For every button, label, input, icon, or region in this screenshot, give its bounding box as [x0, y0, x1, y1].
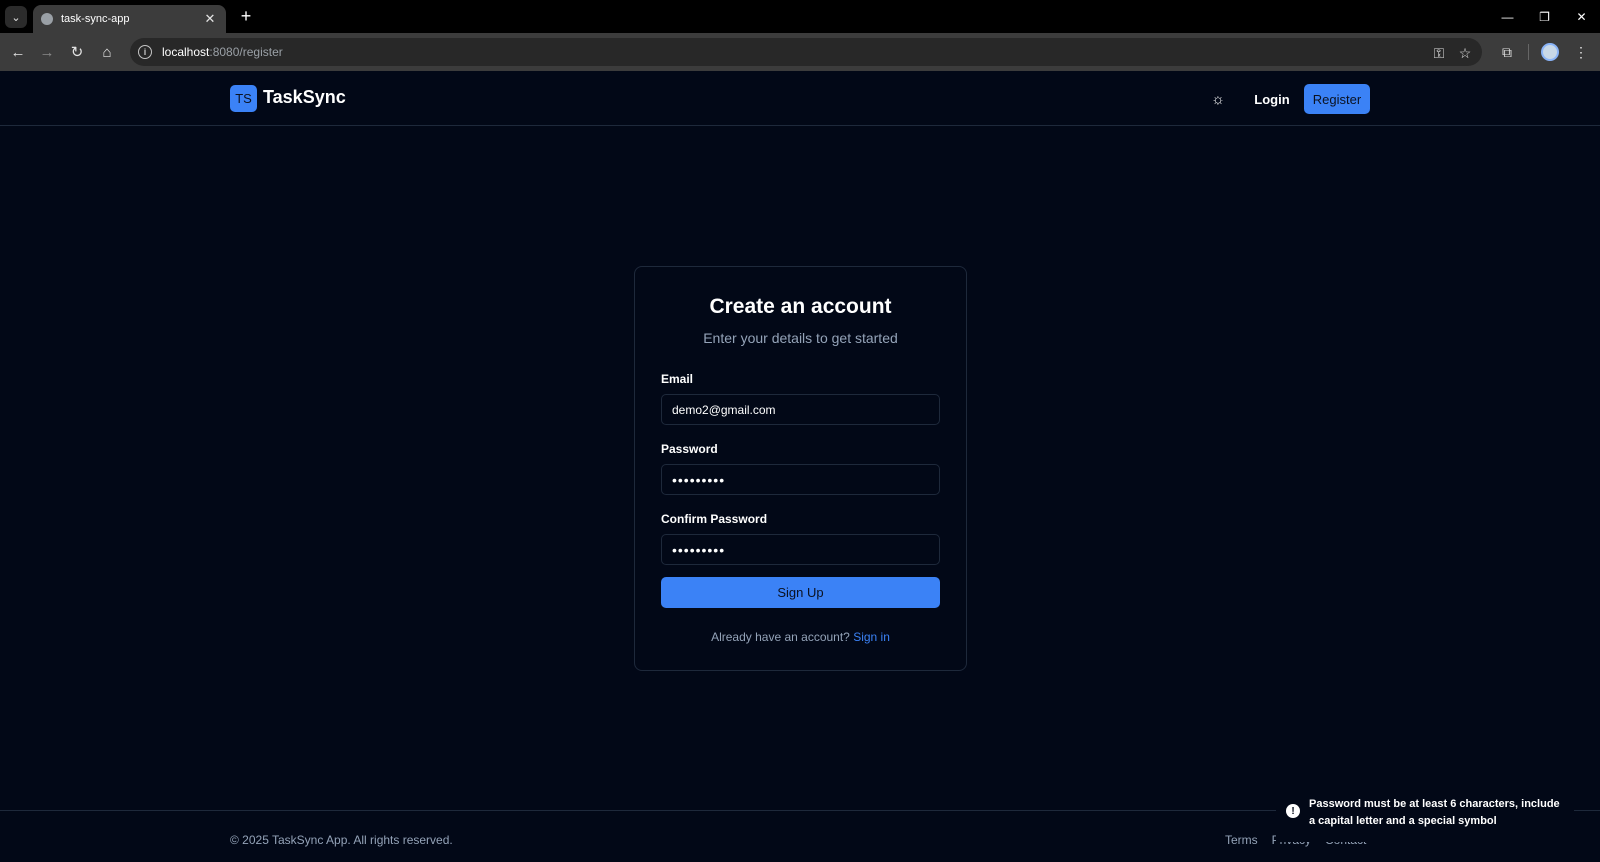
email-label: Email — [661, 372, 694, 386]
sign-in-link[interactable]: Sign in — [853, 630, 890, 644]
globe-icon — [41, 13, 53, 25]
close-icon[interactable]: ✕ — [202, 11, 218, 27]
sun-icon[interactable]: ☼ — [1208, 89, 1228, 109]
url-host: localhost — [162, 45, 210, 59]
minimize-icon[interactable]: — — [1489, 0, 1526, 33]
password-field[interactable] — [661, 464, 940, 495]
password-label: Password — [661, 442, 718, 456]
terms-link[interactable]: Terms — [1225, 833, 1258, 847]
login-link[interactable]: Login — [1245, 84, 1299, 114]
kebab-menu-icon[interactable]: ⋮ — [1570, 41, 1592, 63]
toast-message: Password must be at least 6 characters, … — [1309, 798, 1560, 827]
logo-badge[interactable]: TS — [230, 85, 257, 112]
confirm-password-label: Confirm Password — [661, 512, 768, 526]
reload-icon[interactable]: ↻ — [66, 41, 88, 63]
extensions-icon[interactable]: ⧉ — [1496, 41, 1518, 63]
address-bar[interactable]: i localhost:8080/register ⚿ ☆ — [130, 38, 1482, 66]
email-field[interactable] — [661, 394, 940, 425]
sign-up-button[interactable]: Sign Up — [661, 577, 940, 608]
copyright-text: © 2025 TaskSync App. All rights reserved… — [230, 833, 453, 847]
browser-toolbar: ← → ↻ ⌂ i localhost:8080/register ⚿ ☆ ⧉ … — [0, 33, 1600, 71]
tab-title: task-sync-app — [61, 13, 130, 25]
toolbar-divider — [1528, 44, 1529, 60]
page-subtitle: Enter your details to get started — [703, 330, 898, 346]
app-header: TS TaskSync ☼ Login Register — [0, 71, 1600, 126]
star-icon[interactable]: ☆ — [1456, 44, 1474, 62]
url-path: :8080/register — [209, 45, 283, 59]
restore-icon[interactable]: ❐ — [1526, 0, 1563, 33]
key-icon[interactable]: ⚿ — [1430, 44, 1448, 62]
browser-tab[interactable]: task-sync-app ✕ — [33, 5, 226, 33]
alert-icon: ! — [1286, 804, 1300, 818]
home-icon[interactable]: ⌂ — [96, 41, 118, 63]
browser-tabbar: ⌄ task-sync-app ✕ + — ❐ ✕ — [0, 0, 1600, 33]
forward-arrow-icon[interactable]: → — [36, 41, 58, 63]
page-title: Create an account — [709, 295, 892, 318]
already-text: Already have an account? — [711, 630, 850, 644]
register-button[interactable]: Register — [1304, 84, 1370, 114]
profile-avatar[interactable] — [1541, 43, 1559, 61]
tab-search-icon[interactable]: ⌄ — [5, 6, 27, 28]
window-controls: — ❐ ✕ — [1489, 0, 1600, 33]
close-window-icon[interactable]: ✕ — [1563, 0, 1600, 33]
back-arrow-icon[interactable]: ← — [7, 41, 29, 63]
error-toast: ! Password must be at least 6 characters… — [1276, 792, 1574, 842]
app-name[interactable]: TaskSync — [263, 87, 346, 108]
register-card: Create an account Enter your details to … — [634, 266, 967, 671]
info-icon[interactable]: i — [138, 45, 152, 59]
plus-icon[interactable]: + — [236, 6, 256, 26]
confirm-password-field[interactable] — [661, 534, 940, 565]
signin-prompt: Already have an account? Sign in — [635, 630, 966, 644]
